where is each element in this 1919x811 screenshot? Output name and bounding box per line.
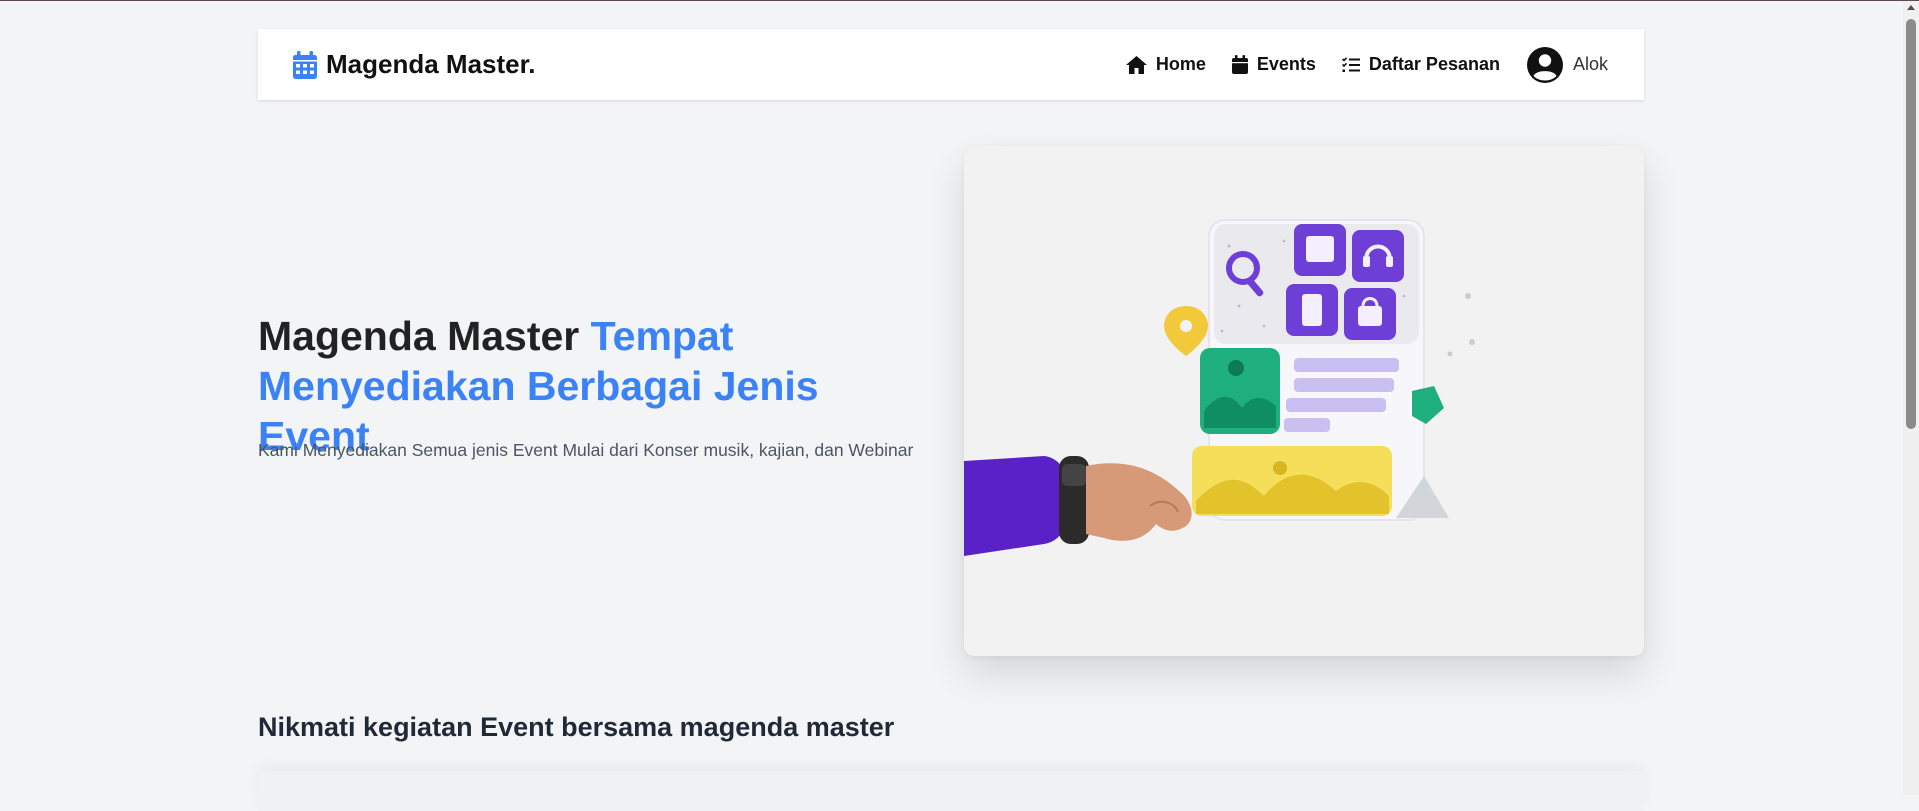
hero-illustration-card bbox=[964, 146, 1644, 656]
calendar-icon bbox=[1231, 55, 1248, 74]
section-title: Nikmati kegiatan Event bersama magenda m… bbox=[258, 712, 895, 742]
nav-events[interactable]: Events bbox=[1231, 54, 1316, 75]
hero-subtitle: Kami Menyediakan Semua jenis Event Mulai… bbox=[258, 440, 914, 460]
brand-name: Magenda Master. bbox=[326, 49, 536, 79]
home-icon bbox=[1125, 55, 1147, 74]
nav-home-label: Home bbox=[1155, 54, 1206, 74]
hero-title-main: Magenda Master bbox=[258, 313, 591, 359]
user-circle-icon bbox=[1526, 46, 1563, 83]
top-navbar: Magenda Master. Home Events Daftar Pesan… bbox=[258, 29, 1644, 100]
calendar-icon bbox=[293, 50, 317, 79]
user-name: Alok bbox=[1572, 54, 1608, 74]
nav-home[interactable]: Home bbox=[1125, 54, 1206, 75]
event-card-peek bbox=[258, 771, 1644, 811]
page-scrollbar[interactable] bbox=[1903, 1, 1919, 795]
nav-daftar-pesanan[interactable]: Daftar Pesanan bbox=[1341, 54, 1500, 75]
checklist-icon bbox=[1341, 56, 1360, 72]
nav-events-label: Events bbox=[1256, 54, 1316, 74]
brand-logo[interactable]: Magenda Master. bbox=[293, 49, 536, 80]
nav-menu: Home Events Daftar Pesanan Alok bbox=[1100, 46, 1608, 83]
nav-daftar-pesanan-label: Daftar Pesanan bbox=[1368, 54, 1500, 74]
user-menu[interactable]: Alok bbox=[1526, 46, 1608, 83]
hero-title: Magenda Master Tempat Menyediakan Berbag… bbox=[258, 311, 938, 461]
hero-illustration bbox=[964, 219, 1475, 556]
scrollbar-thumb[interactable] bbox=[1906, 19, 1916, 429]
scroll-up-arrow-icon[interactable] bbox=[1907, 5, 1915, 10]
